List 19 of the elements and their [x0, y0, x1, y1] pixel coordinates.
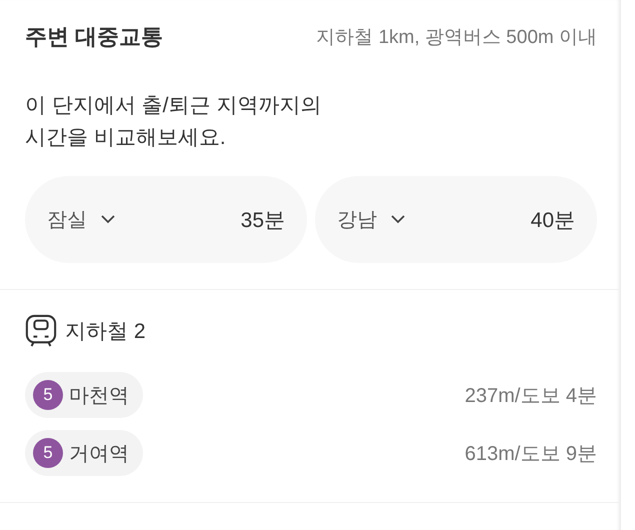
station-chip[interactable]: 5 마천역: [25, 372, 143, 418]
destination-dropdown[interactable]: 강남: [337, 206, 405, 233]
subway-title: 지하철 2: [65, 319, 146, 345]
chevron-down-icon: [391, 215, 405, 224]
destination-dropdown[interactable]: 잠실: [47, 206, 115, 233]
station-name: 거여역: [69, 442, 129, 466]
station-name: 마천역: [69, 384, 129, 408]
criteria-text: 지하철 1km, 광역버스 500m 이내: [316, 26, 597, 50]
line-badge: 5: [33, 380, 63, 410]
commute-time: 40분: [530, 208, 575, 234]
train-icon: [25, 314, 57, 348]
commute-time: 35분: [240, 208, 285, 234]
section-title: 주변 대중교통: [25, 23, 164, 51]
distance-text: 237m/도보 4분: [464, 384, 597, 408]
line-badge: 5: [33, 438, 63, 468]
distance-text: 613m/도보 9분: [464, 442, 597, 466]
description-text: 이 단지에서 출/퇴근 지역까지의 시간을 비교해보세요.: [25, 93, 322, 151]
chevron-down-icon: [101, 215, 115, 224]
station-chip[interactable]: 5 거여역: [25, 430, 143, 476]
